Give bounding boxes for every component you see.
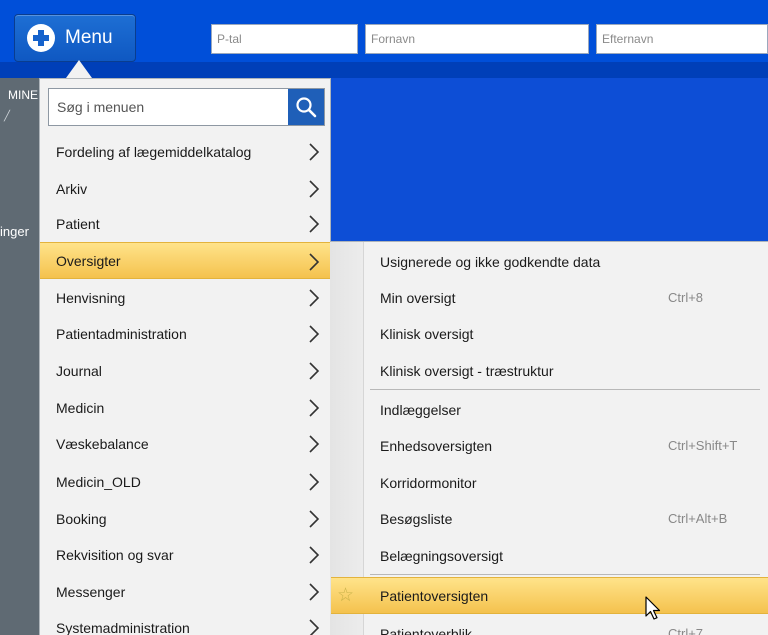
chevron-right-icon	[309, 619, 320, 635]
menu-search-input[interactable]	[49, 89, 288, 125]
submenu-item-patientoversigten[interactable]: ☆ Patientoversigten	[331, 577, 768, 614]
menu-button-label: Menu	[65, 27, 113, 48]
submenu-item-label: Indlæggelser	[380, 401, 461, 418]
mouse-cursor-icon	[645, 596, 661, 620]
top-bar-band	[0, 62, 768, 78]
submenu-item-label: Enhedsoversigten	[380, 437, 493, 454]
chevron-right-icon	[309, 546, 320, 564]
menu-item-messenger[interactable]: Messenger	[40, 573, 330, 610]
search-icon	[296, 97, 317, 118]
submenu-item-label: Klinisk oversigt - træstruktur	[380, 362, 554, 379]
chevron-right-icon	[309, 143, 320, 161]
menu-item-label: Systemadministration	[56, 619, 190, 635]
menu-item-systemadministration[interactable]: Systemadministration	[40, 609, 330, 635]
submenu-item-korridormonitor[interactable]: Korridormonitor	[331, 464, 768, 501]
chevron-right-icon	[309, 435, 320, 453]
chevron-right-icon	[309, 473, 320, 491]
chevron-right-icon	[309, 253, 320, 271]
submenu-item-label: Min oversigt	[380, 289, 456, 306]
chevron-right-icon	[309, 325, 320, 343]
efternavn-input[interactable]	[596, 24, 768, 54]
menu-item-label: Journal	[56, 362, 102, 379]
submenu-item-shortcut: Ctrl+7	[668, 626, 704, 635]
chevron-right-icon	[309, 583, 320, 601]
menu-search	[48, 88, 325, 126]
star-icon[interactable]: ☆	[337, 584, 354, 607]
search-button[interactable]	[288, 89, 324, 125]
menu-button[interactable]: Menu	[14, 14, 136, 62]
left-tick: ╱	[4, 111, 11, 122]
menu-item-label: Patientadministration	[56, 325, 187, 342]
menu-item-label: Rekvisition og svar	[56, 546, 174, 563]
menu-item-label: Oversigter	[56, 252, 121, 269]
submenu-item-label: Korridormonitor	[380, 474, 477, 491]
submenu-item-enhedsoversigten[interactable]: Enhedsoversigten Ctrl+Shift+T	[331, 427, 768, 464]
submenu-item-klinisk-traestruktur[interactable]: Klinisk oversigt - træstruktur	[331, 352, 768, 389]
menu-item-medicin[interactable]: Medicin	[40, 389, 330, 426]
menu-item-label: Patient	[56, 215, 100, 232]
submenu-item-shortcut: Ctrl+Alt+B	[668, 511, 728, 526]
menu-item-booking[interactable]: Booking	[40, 500, 330, 537]
menu-item-label: Medicin_OLD	[56, 473, 141, 490]
menu-item-rekvisition[interactable]: Rekvisition og svar	[40, 536, 330, 573]
menu-item-journal[interactable]: Journal	[40, 352, 330, 389]
submenu-item-shortcut: Ctrl+8	[668, 290, 704, 305]
left-label-mine: MINE	[8, 88, 38, 102]
submenu-item-patientoverblik[interactable]: Patientoverblik Ctrl+7	[331, 615, 768, 635]
submenu-separator	[370, 574, 760, 575]
menu-item-label: Messenger	[56, 583, 126, 600]
menu-item-label: Henvisning	[56, 289, 126, 306]
submenu-item-shortcut: Ctrl+Shift+T	[668, 438, 738, 453]
submenu-item-usignerede[interactable]: Usignerede og ikke godkendte data	[331, 243, 768, 280]
menu-item-label: Væskebalance	[56, 435, 149, 452]
plus-icon	[27, 24, 55, 52]
submenu-item-label: Usignerede og ikke godkendte data	[380, 253, 601, 270]
chevron-right-icon	[309, 399, 320, 417]
chevron-right-icon	[309, 510, 320, 528]
submenu-item-klinisk-oversigt[interactable]: Klinisk oversigt	[331, 315, 768, 352]
menu-item-label: Arkiv	[56, 180, 88, 197]
menu-item-fordeling[interactable]: Fordeling af lægemiddelkatalog	[40, 133, 330, 170]
submenu-item-min-oversigt[interactable]: Min oversigt Ctrl+8	[331, 279, 768, 316]
menu-item-vaeskebalance[interactable]: Væskebalance	[40, 425, 330, 462]
menu-item-oversigter[interactable]: Oversigter	[40, 242, 330, 279]
submenu-separator	[370, 389, 760, 390]
fornavn-input[interactable]	[365, 24, 589, 54]
menu-item-label: Medicin	[56, 399, 105, 416]
submenu-item-besoegsliste[interactable]: Besøgsliste Ctrl+Alt+B	[331, 500, 768, 537]
chevron-right-icon	[309, 362, 320, 380]
chevron-right-icon	[309, 215, 320, 233]
menu-item-label: Fordeling af lægemiddelkatalog	[56, 143, 252, 160]
submenu-item-belaegningsoversigt[interactable]: Belægningsoversigt	[331, 537, 768, 574]
submenu-item-label: Klinisk oversigt	[380, 325, 474, 342]
chevron-right-icon	[309, 180, 320, 198]
menu-item-henvisning[interactable]: Henvisning	[40, 279, 330, 316]
menu-item-label: Booking	[56, 510, 107, 527]
submenu-item-label: Patientoverblik	[380, 625, 472, 635]
menu-item-medicin-old[interactable]: Medicin_OLD	[40, 463, 330, 500]
menu-item-arkiv[interactable]: Arkiv	[40, 170, 330, 207]
menu-item-patientadministration[interactable]: Patientadministration	[40, 315, 330, 352]
chevron-right-icon	[309, 289, 320, 307]
left-label-inger: inger	[0, 224, 29, 239]
ptal-input[interactable]	[211, 24, 358, 54]
submenu-item-label: Patientoversigten	[380, 587, 489, 604]
submenu-item-indlaeggelser[interactable]: Indlæggelser	[331, 391, 768, 428]
menu-item-patient[interactable]: Patient	[40, 205, 330, 242]
submenu-item-label: Belægningsoversigt	[380, 547, 503, 564]
menu-caret	[66, 60, 92, 78]
submenu-item-label: Besøgsliste	[380, 510, 453, 527]
